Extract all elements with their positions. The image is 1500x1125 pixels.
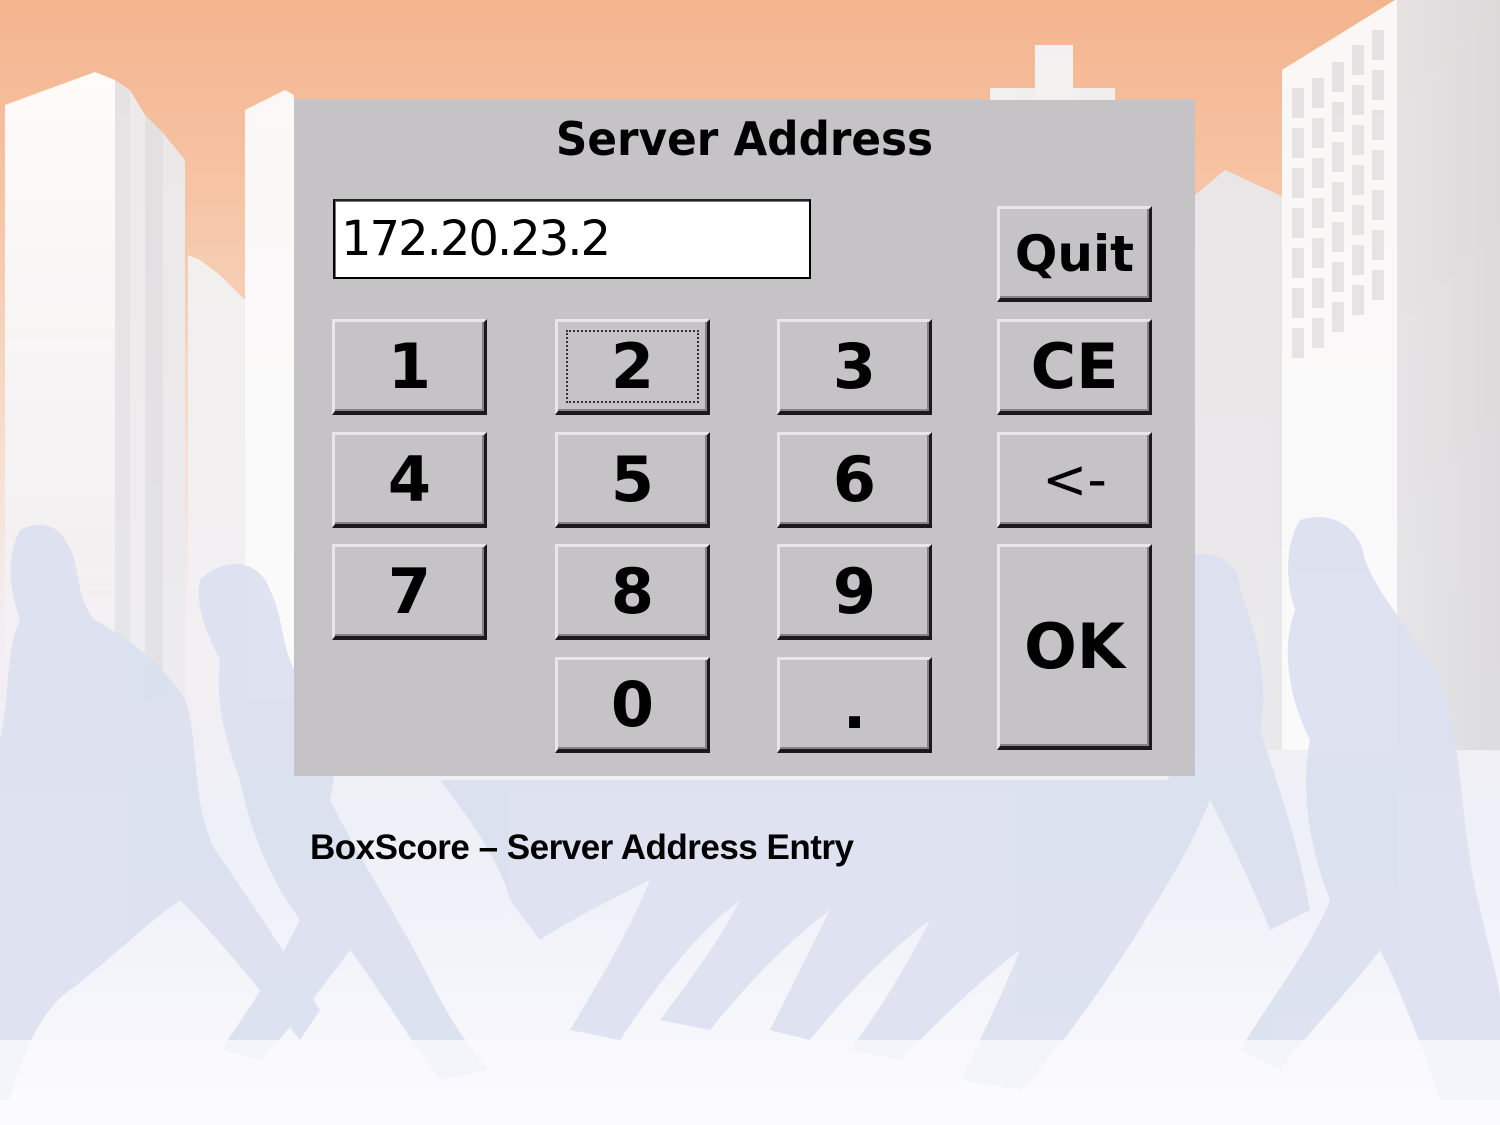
key-9-button[interactable]: 9 (777, 544, 932, 640)
key-7-button[interactable]: 7 (332, 544, 487, 640)
key-8-button[interactable]: 8 (555, 544, 710, 640)
key-label: CE (1030, 330, 1119, 403)
key-3-button[interactable]: 3 (777, 319, 932, 415)
ok-button[interactable]: OK (997, 544, 1152, 750)
key-2-button[interactable]: 2 (555, 319, 710, 415)
key-label: 1 (387, 330, 432, 403)
quit-button[interactable]: Quit (997, 206, 1152, 302)
key-label: 4 (387, 443, 432, 516)
key-label: 3 (832, 330, 877, 403)
server-address-input[interactable] (333, 199, 811, 279)
key-4-button[interactable]: 4 (332, 432, 487, 528)
key-0-button[interactable]: 0 (555, 657, 710, 753)
key-label: 9 (832, 555, 877, 628)
decimal-point-button[interactable]: . (777, 657, 932, 753)
key-label: 2 (610, 330, 655, 403)
key-label: 6 (832, 443, 877, 516)
key-6-button[interactable]: 6 (777, 432, 932, 528)
key-label: 0 (610, 668, 655, 741)
key-label: . (842, 670, 867, 743)
key-label: OK (1024, 610, 1125, 683)
key-label: 5 (610, 443, 655, 516)
key-1-button[interactable]: 1 (332, 319, 487, 415)
quit-button-label: Quit (1014, 224, 1135, 283)
key-label: 8 (610, 555, 655, 628)
backspace-button[interactable]: <- (997, 432, 1152, 528)
key-5-button[interactable]: 5 (555, 432, 710, 528)
slide-caption: BoxScore – Server Address Entry (310, 828, 854, 867)
key-label: 7 (387, 555, 432, 628)
server-address-dialog: Server Address Quit 1 2 3 CE 4 5 6 <- 7 … (294, 100, 1195, 776)
dialog-title: Server Address (555, 112, 934, 166)
clear-entry-button[interactable]: CE (997, 319, 1152, 415)
key-label: <- (1042, 448, 1107, 511)
